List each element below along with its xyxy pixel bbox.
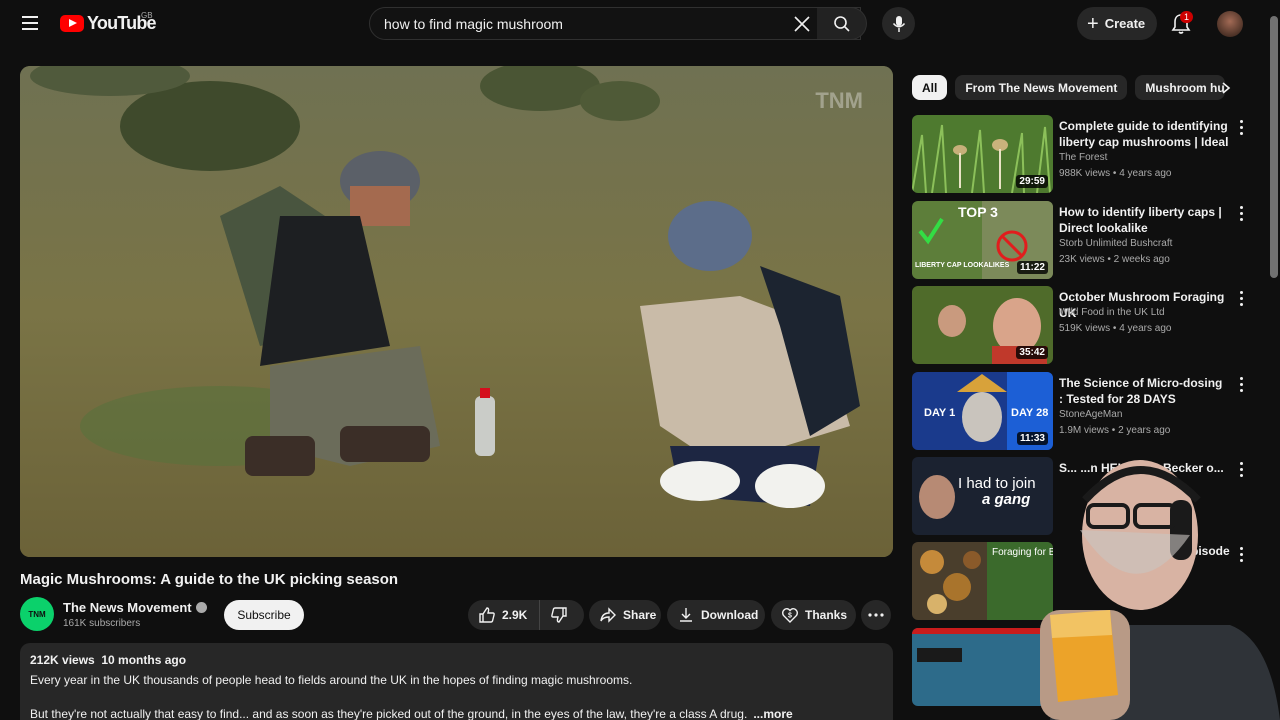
notification-badge: 1: [1180, 11, 1194, 23]
download-icon: [680, 608, 692, 622]
share-button[interactable]: Share: [589, 600, 661, 630]
top-bar: YouTube GB how to find magic mushroom + …: [0, 0, 1280, 48]
video-meta: 23K views • 2 weeks ago: [1059, 254, 1170, 265]
clear-search-button[interactable]: [786, 8, 818, 40]
close-icon: [794, 16, 810, 32]
like-dislike-group: 2.9K: [468, 600, 584, 630]
tnm-watermark: TNM: [815, 88, 863, 113]
video-thumbnail[interactable]: 29:59: [912, 115, 1053, 193]
subscriber-count: 161K subscribers: [63, 618, 141, 629]
thumbnail-text: I had to join: [958, 475, 1036, 492]
thumbnail-subtext: a gang: [982, 491, 1030, 508]
video-meta: 519K views • 4 years ago: [1059, 323, 1172, 334]
youtube-play-icon: [60, 15, 84, 32]
webcam-overlay: [1040, 460, 1280, 720]
dislike-button[interactable]: [540, 600, 584, 630]
description-line-1: Every year in the UK thousands of people…: [30, 673, 633, 687]
video-frame: [20, 66, 893, 557]
like-count: 2.9K: [502, 608, 528, 622]
channel-name[interactable]: Storb Unlimited Bushcraft: [1059, 238, 1172, 249]
search-icon: [833, 15, 850, 32]
video-thumbnail[interactable]: TOP 3 LIBERTY CAP LOOKALIKES 11:22: [912, 201, 1053, 279]
page-scrollbar[interactable]: [1270, 16, 1278, 278]
svg-text:$: $: [788, 613, 792, 620]
video-duration: 29:59: [1016, 175, 1048, 188]
chevron-right-icon: [1222, 82, 1231, 94]
description-line-2-text: But they're not actually that easy to fi…: [30, 707, 748, 720]
chip-mushroom[interactable]: Mushroom hu: [1135, 75, 1226, 100]
channel-name[interactable]: The News Movement: [63, 600, 207, 615]
country-code: GB: [141, 11, 153, 20]
thumbnail-image: Foraging for Beginn...: [912, 542, 1053, 620]
thumbnail-subtext: LIBERTY CAP LOOKALIKES: [915, 262, 1010, 269]
chip-all[interactable]: All: [912, 75, 948, 100]
share-label: Share: [623, 608, 657, 622]
thanks-label: Thanks: [805, 608, 848, 622]
channel-avatar[interactable]: TNM: [20, 597, 54, 631]
create-label: Create: [1104, 16, 1146, 31]
download-button[interactable]: Download: [667, 600, 765, 630]
video-meta: 988K views • 4 years ago: [1059, 168, 1172, 179]
video-title[interactable]: How to identify liberty caps | Direct lo…: [1059, 204, 1229, 236]
video-thumbnail[interactable]: [912, 628, 1053, 706]
more-vert-icon[interactable]: [1235, 204, 1247, 222]
recommendation-item[interactable]: DAY 1 DAY 28 11:33 The Science of Micro-…: [912, 372, 1252, 450]
video-duration: 35:42: [1016, 346, 1048, 359]
channel-name[interactable]: Wild Food in the UK Ltd: [1059, 307, 1165, 318]
more-vert-icon[interactable]: [1235, 289, 1247, 307]
channel-name-text[interactable]: The News Movement: [63, 600, 192, 615]
thumbs-up-icon: [479, 607, 495, 623]
view-count-date: 212K views 10 months ago: [30, 653, 187, 667]
more-actions-button[interactable]: [861, 600, 891, 630]
video-thumbnail[interactable]: Foraging for Beginn...: [912, 542, 1053, 620]
thumbnail-text: DAY 1: [924, 407, 955, 419]
video-thumbnail[interactable]: I had to join a gang: [912, 457, 1053, 535]
chips-next-button[interactable]: [1214, 78, 1238, 98]
thumbnail-image: I had to join a gang: [912, 457, 1053, 535]
video-meta: 1.9M views • 2 years ago: [1059, 425, 1171, 436]
search-button[interactable]: [817, 7, 867, 40]
share-icon: [600, 607, 616, 623]
thumbnail-image: [912, 628, 1053, 706]
subscribe-button[interactable]: Subscribe: [224, 600, 304, 630]
recommendation-item[interactable]: 29:59 Complete guide to identifying libe…: [912, 115, 1252, 193]
chip-from-channel[interactable]: From The News Movement: [955, 75, 1128, 100]
create-button[interactable]: + Create: [1077, 7, 1157, 40]
download-label: Download: [701, 608, 759, 622]
filter-chips: All From The News Movement Mushroom hu: [912, 75, 1233, 100]
recommendation-item[interactable]: 35:42 October Mushroom Foraging UK Wild …: [912, 286, 1252, 364]
voice-search-button[interactable]: [882, 7, 915, 40]
description-line-2: But they're not actually that easy to fi…: [30, 706, 883, 720]
video-player[interactable]: TNM: [20, 66, 893, 557]
more-horizontal-icon: [868, 613, 884, 617]
video-thumbnail[interactable]: 35:42: [912, 286, 1053, 364]
like-button[interactable]: 2.9K: [468, 600, 540, 630]
more-vert-icon[interactable]: [1235, 118, 1247, 136]
show-more-link[interactable]: ...more: [753, 707, 792, 720]
video-thumbnail[interactable]: DAY 1 DAY 28 11:33: [912, 372, 1053, 450]
thumbnail-text: TOP 3: [958, 204, 998, 220]
thumbnail-subtext: DAY 28: [1011, 407, 1048, 419]
menu-icon[interactable]: [18, 12, 42, 36]
microphone-icon: [892, 15, 905, 32]
super-thanks-icon: $: [782, 608, 798, 623]
channel-name[interactable]: The Forest: [1059, 152, 1107, 163]
account-avatar[interactable]: [1217, 11, 1243, 37]
video-duration: 11:22: [1016, 261, 1048, 274]
video-title[interactable]: The Science of Micro-dosing : Tested for…: [1059, 375, 1229, 407]
thanks-button[interactable]: $ Thanks: [771, 600, 856, 630]
recommendation-item[interactable]: TOP 3 LIBERTY CAP LOOKALIKES 11:22 How t…: [912, 201, 1252, 279]
description-box[interactable]: 212K views 10 months ago Every year in t…: [20, 643, 893, 720]
video-title[interactable]: Complete guide to identifying liberty ca…: [1059, 118, 1229, 150]
more-vert-icon[interactable]: [1235, 375, 1247, 393]
thumbs-down-icon: [551, 607, 567, 623]
verified-icon: [195, 602, 207, 613]
channel-name[interactable]: StoneAgeMan: [1059, 409, 1122, 420]
video-title: Magic Mushrooms: A guide to the UK picki…: [20, 571, 399, 588]
plus-icon: +: [1087, 12, 1099, 35]
